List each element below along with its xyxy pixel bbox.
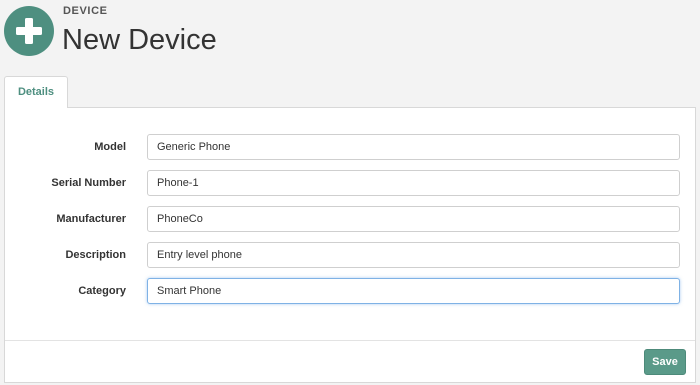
model-label: Model xyxy=(94,141,126,153)
form-row-model: Model xyxy=(5,134,695,160)
save-button[interactable]: Save xyxy=(644,349,686,375)
add-badge xyxy=(4,6,54,56)
description-label: Description xyxy=(65,249,126,261)
entity-type-label: DEVICE xyxy=(63,5,108,17)
details-panel: Model Serial Number Manufacturer Descrip… xyxy=(4,107,696,383)
footer-divider xyxy=(5,340,695,341)
form-row-description: Description xyxy=(5,242,695,268)
serial-number-field[interactable] xyxy=(147,170,680,196)
manufacturer-field[interactable] xyxy=(147,206,680,232)
page-title: New Device xyxy=(62,24,217,56)
model-field[interactable] xyxy=(147,134,680,160)
form-row-manufacturer: Manufacturer xyxy=(5,206,695,232)
description-field[interactable] xyxy=(147,242,680,268)
category-label: Category xyxy=(78,285,126,297)
page-header: DEVICE New Device xyxy=(0,0,700,78)
serial-number-label: Serial Number xyxy=(51,177,126,189)
form-row-category: Category xyxy=(5,278,695,304)
plus-icon xyxy=(16,18,42,44)
form-row-serial-number: Serial Number xyxy=(5,170,695,196)
tab-details[interactable]: Details xyxy=(4,76,68,108)
category-field[interactable] xyxy=(147,278,680,304)
manufacturer-label: Manufacturer xyxy=(56,213,126,225)
